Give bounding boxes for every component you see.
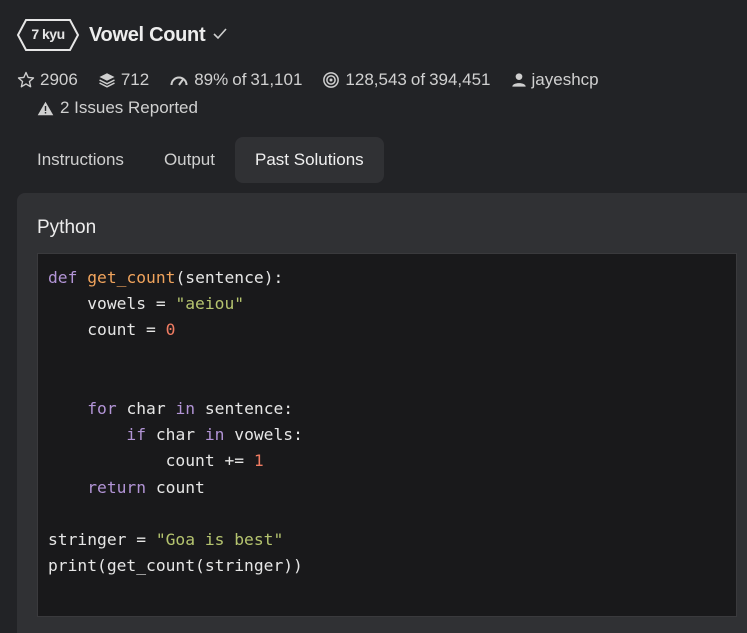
collections-count: 712 <box>120 70 150 89</box>
code-token: if <box>126 425 147 445</box>
rank-label: 7 kyu <box>31 26 65 42</box>
code-block[interactable]: def get_count(sentence): vowels = "aeiou… <box>37 253 737 617</box>
satisfaction-stat: 89% of 31,101 <box>169 70 302 90</box>
code-token: char <box>116 398 176 418</box>
code-line: if char in vowels: <box>48 422 303 448</box>
solution-language: Python <box>37 217 97 238</box>
target-icon <box>323 72 340 88</box>
code-token: in <box>204 425 225 445</box>
kata-title[interactable]: Vowel Count <box>89 24 206 47</box>
kata-stats: 2906 712 89% of 31,101 128,543 of 394,45… <box>17 70 619 90</box>
code-token: "Goa is best" <box>155 529 284 549</box>
code-line: for char in sentence: <box>48 396 303 422</box>
code-token: in <box>175 398 196 418</box>
gauge-icon <box>170 76 188 86</box>
completed-count: 128,543 <box>345 70 407 89</box>
tab-past-solutions[interactable]: Past Solutions <box>234 137 384 183</box>
kata-tabs: Instructions Output Past Solutions <box>17 137 384 183</box>
code-content: def get_count(sentence): vowels = "aeiou… <box>48 265 303 579</box>
code-token: 1 <box>253 451 264 471</box>
kata-header: 7 kyu Vowel Count <box>16 17 227 53</box>
code-token: vowels: <box>224 425 303 445</box>
code-token: char <box>146 425 205 445</box>
stars-count: 2906 <box>40 70 78 89</box>
code-token: sentence: <box>195 398 294 418</box>
layers-icon <box>98 73 115 88</box>
issues-link[interactable]: 2 Issues Reported <box>37 98 198 118</box>
check-icon <box>213 28 227 40</box>
code-token: return <box>87 477 147 497</box>
rank-badge[interactable]: 7 kyu <box>16 18 80 52</box>
satisfaction-percent: 89% <box>194 70 229 89</box>
code-token: stringer = <box>48 529 156 549</box>
code-token: get_count <box>87 268 176 287</box>
code-line: count += 1 <box>48 448 303 474</box>
code-line: stringer = "Goa is best" <box>48 527 303 553</box>
completions-stat: 128,543 of 394,451 <box>322 70 491 90</box>
author-name[interactable]: jayeshcp <box>532 70 599 90</box>
author-stat[interactable]: jayeshcp <box>511 70 599 90</box>
satisfaction-votes: 31,101 <box>250 70 303 89</box>
attempted-count: 394,451 <box>429 70 491 89</box>
code-line: count = 0 <box>48 317 303 343</box>
issues-label: 2 Issues Reported <box>60 98 198 117</box>
code-token: 0 <box>165 320 176 340</box>
user-icon <box>511 73 526 87</box>
code-token: vowels = <box>48 294 176 314</box>
solutions-panel: Python def get_count(sentence): vowels =… <box>17 193 747 633</box>
tab-output[interactable]: Output <box>144 137 235 183</box>
star-icon <box>17 71 35 88</box>
completed-of: of <box>410 70 426 89</box>
code-token: count += <box>48 451 254 471</box>
code-line: vowels = "aeiou" <box>48 291 303 317</box>
code-token: "aeiou" <box>175 294 245 314</box>
tab-instructions[interactable]: Instructions <box>17 137 144 183</box>
code-token: def <box>48 268 78 287</box>
code-token: count <box>146 477 205 497</box>
code-token: count = <box>48 320 166 340</box>
code-line: print(get_count(stringer)) <box>48 553 303 579</box>
collections-stat[interactable]: 712 <box>98 70 149 90</box>
code-token: for <box>87 398 117 418</box>
stars-stat[interactable]: 2906 <box>17 70 78 90</box>
satisfaction-of: of <box>232 70 247 89</box>
code-token: (sentence): <box>175 268 284 287</box>
code-token: print(get_count(stringer)) <box>48 556 303 576</box>
code-line: return count <box>48 475 303 501</box>
warning-icon <box>37 101 54 115</box>
code-line: def get_count(sentence): <box>48 265 303 291</box>
